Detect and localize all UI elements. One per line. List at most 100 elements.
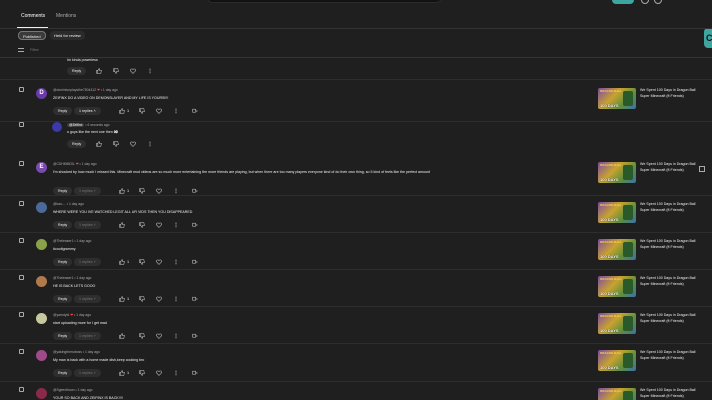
reply-button[interactable]: Reply: [53, 332, 73, 340]
timestamp[interactable]: 1 day ago: [76, 239, 91, 243]
video-thumbnail[interactable]: DRAGON BALL100 DAYS: [598, 239, 636, 260]
thumbs-down-icon[interactable]: [138, 188, 145, 195]
author-handle[interactable]: @Theleaser1: [53, 276, 73, 280]
thumbs-up-icon[interactable]: [118, 188, 125, 195]
filter-input[interactable]: Filter: [30, 47, 39, 52]
avatar[interactable]: [36, 276, 47, 287]
create-button[interactable]: [612, 0, 634, 4]
timestamp[interactable]: 1 day ago: [76, 276, 91, 280]
chip-held-for-review[interactable]: Held for review: [50, 31, 85, 40]
reply-button[interactable]: Reply: [53, 221, 73, 229]
video-thumbnail[interactable]: DRAGON BALL100 DAYS: [598, 162, 636, 183]
more-options-icon[interactable]: [146, 68, 153, 75]
reply-button[interactable]: Reply: [67, 140, 87, 148]
select-checkbox[interactable]: [19, 387, 24, 392]
select-checkbox[interactable]: [19, 238, 24, 243]
author-handle[interactable]: @Sgeexthoon: [53, 388, 75, 392]
heart-icon[interactable]: [129, 68, 136, 75]
filter-bar[interactable]: Filter: [18, 46, 712, 56]
thumbs-down-icon[interactable]: [138, 259, 145, 266]
reply-button[interactable]: Reply: [53, 369, 73, 377]
avatar[interactable]: [36, 239, 47, 250]
thumbs-up-icon[interactable]: [118, 108, 125, 115]
tab-mentions[interactable]: Mentions: [56, 13, 76, 19]
heart-icon[interactable]: [155, 370, 162, 377]
heart-icon[interactable]: [129, 141, 136, 148]
author-handle[interactable]: @kao-...: [53, 202, 66, 206]
heart-icon[interactable]: [155, 296, 162, 303]
thumbs-up-icon[interactable]: [95, 141, 102, 148]
avatar[interactable]: D: [36, 88, 47, 99]
video-thumbnail[interactable]: DRAGON BALL100 DAYS: [598, 202, 636, 223]
view-replies-button[interactable]: 1 replies ˄: [74, 107, 101, 115]
timestamp[interactable]: 1 day ago: [103, 88, 118, 92]
select-checkbox[interactable]: [19, 349, 24, 354]
author-handle[interactable]: @Theleaser1: [53, 239, 73, 243]
add-to-playlist-icon[interactable]: [191, 296, 198, 303]
open-external-icon[interactable]: [699, 166, 705, 172]
tab-comments[interactable]: Comments: [21, 13, 45, 19]
more-options-icon[interactable]: [172, 222, 179, 229]
thumbs-down-icon[interactable]: [138, 108, 145, 115]
view-replies-button[interactable]: 1 replies ˅: [74, 369, 101, 377]
select-checkbox[interactable]: [19, 87, 24, 92]
video-thumbnail[interactable]: DRAGON BALL100 DAYS: [598, 388, 636, 400]
video-thumbnail[interactable]: DRAGON BALL100 DAYS: [598, 313, 636, 334]
view-replies-button[interactable]: 1 replies ˅: [74, 221, 101, 229]
avatar[interactable]: [36, 388, 47, 399]
thumbs-down-icon[interactable]: [112, 141, 119, 148]
thumbs-up-icon[interactable]: [118, 370, 125, 377]
chip-published[interactable]: Published: [18, 31, 46, 40]
heart-icon[interactable]: [155, 259, 162, 266]
select-checkbox[interactable]: [19, 312, 24, 317]
video-title[interactable]: We Spent 100 Days in Dragon Ball Super M…: [640, 202, 700, 213]
reply-button[interactable]: Reply: [53, 258, 73, 266]
add-to-playlist-icon[interactable]: [191, 108, 198, 115]
view-replies-button[interactable]: 1 replies ˅: [74, 258, 101, 266]
select-checkbox[interactable]: [19, 201, 24, 206]
more-options-icon[interactable]: [172, 370, 179, 377]
author-handle[interactable]: @Zeifinx: [67, 123, 85, 127]
thumbs-up-icon[interactable]: [118, 333, 125, 340]
select-checkbox[interactable]: [19, 275, 24, 280]
more-options-icon[interactable]: [172, 188, 179, 195]
add-to-playlist-icon[interactable]: [191, 222, 198, 229]
avatar[interactable]: [36, 202, 47, 213]
avatar[interactable]: [36, 313, 47, 324]
add-to-playlist-icon[interactable]: [191, 370, 198, 377]
heart-icon[interactable]: [155, 188, 162, 195]
author-handle[interactable]: @yarndyld: [53, 313, 69, 317]
search-bar[interactable]: [207, 0, 442, 3]
view-replies-button[interactable]: 1 replies ˅: [74, 332, 101, 340]
timestamp[interactable]: 6 seconds ago: [88, 123, 110, 127]
video-title[interactable]: We Spent 100 Days in Dragon Ball Super M…: [640, 162, 700, 173]
avatar[interactable]: [52, 122, 62, 132]
timestamp[interactable]: 1 day ago: [69, 202, 84, 206]
thumbs-up-icon[interactable]: [118, 222, 125, 229]
video-title[interactable]: We Spent 100 Days in Dragon Ball Super M…: [640, 239, 700, 250]
more-options-icon[interactable]: [172, 108, 179, 115]
timestamp[interactable]: 1 day ago: [85, 350, 100, 354]
avatar[interactable]: [36, 350, 47, 361]
select-checkbox[interactable]: [19, 161, 24, 166]
thumbs-down-icon[interactable]: [138, 296, 145, 303]
video-title[interactable]: We Spent 100 Days in Dragon Ball Super M…: [640, 276, 700, 287]
account-icon[interactable]: [654, 0, 662, 4]
reply-button[interactable]: Reply: [53, 107, 73, 115]
reply-button[interactable]: Reply: [67, 67, 87, 75]
view-replies-button[interactable]: 1 replies ˅: [74, 187, 101, 195]
author-handle[interactable]: @CDHMMOIL: [53, 162, 75, 166]
thumbs-down-icon[interactable]: [138, 333, 145, 340]
heart-icon[interactable]: [155, 222, 162, 229]
video-thumbnail[interactable]: DRAGON BALL100 DAYS: [598, 276, 636, 297]
more-options-icon[interactable]: [146, 141, 153, 148]
add-to-playlist-icon[interactable]: [191, 188, 198, 195]
heart-icon[interactable]: [155, 333, 162, 340]
thumbs-down-icon[interactable]: [138, 222, 145, 229]
video-title[interactable]: We Spent 100 Days in Dragon Ball Super M…: [640, 350, 700, 361]
thumbs-up-icon[interactable]: [118, 259, 125, 266]
heart-icon[interactable]: [155, 108, 162, 115]
reply-button[interactable]: Reply: [53, 295, 73, 303]
video-title[interactable]: We Spent 100 Days in Dragon Ball Super M…: [640, 388, 700, 399]
thumbs-up-icon[interactable]: [95, 68, 102, 75]
